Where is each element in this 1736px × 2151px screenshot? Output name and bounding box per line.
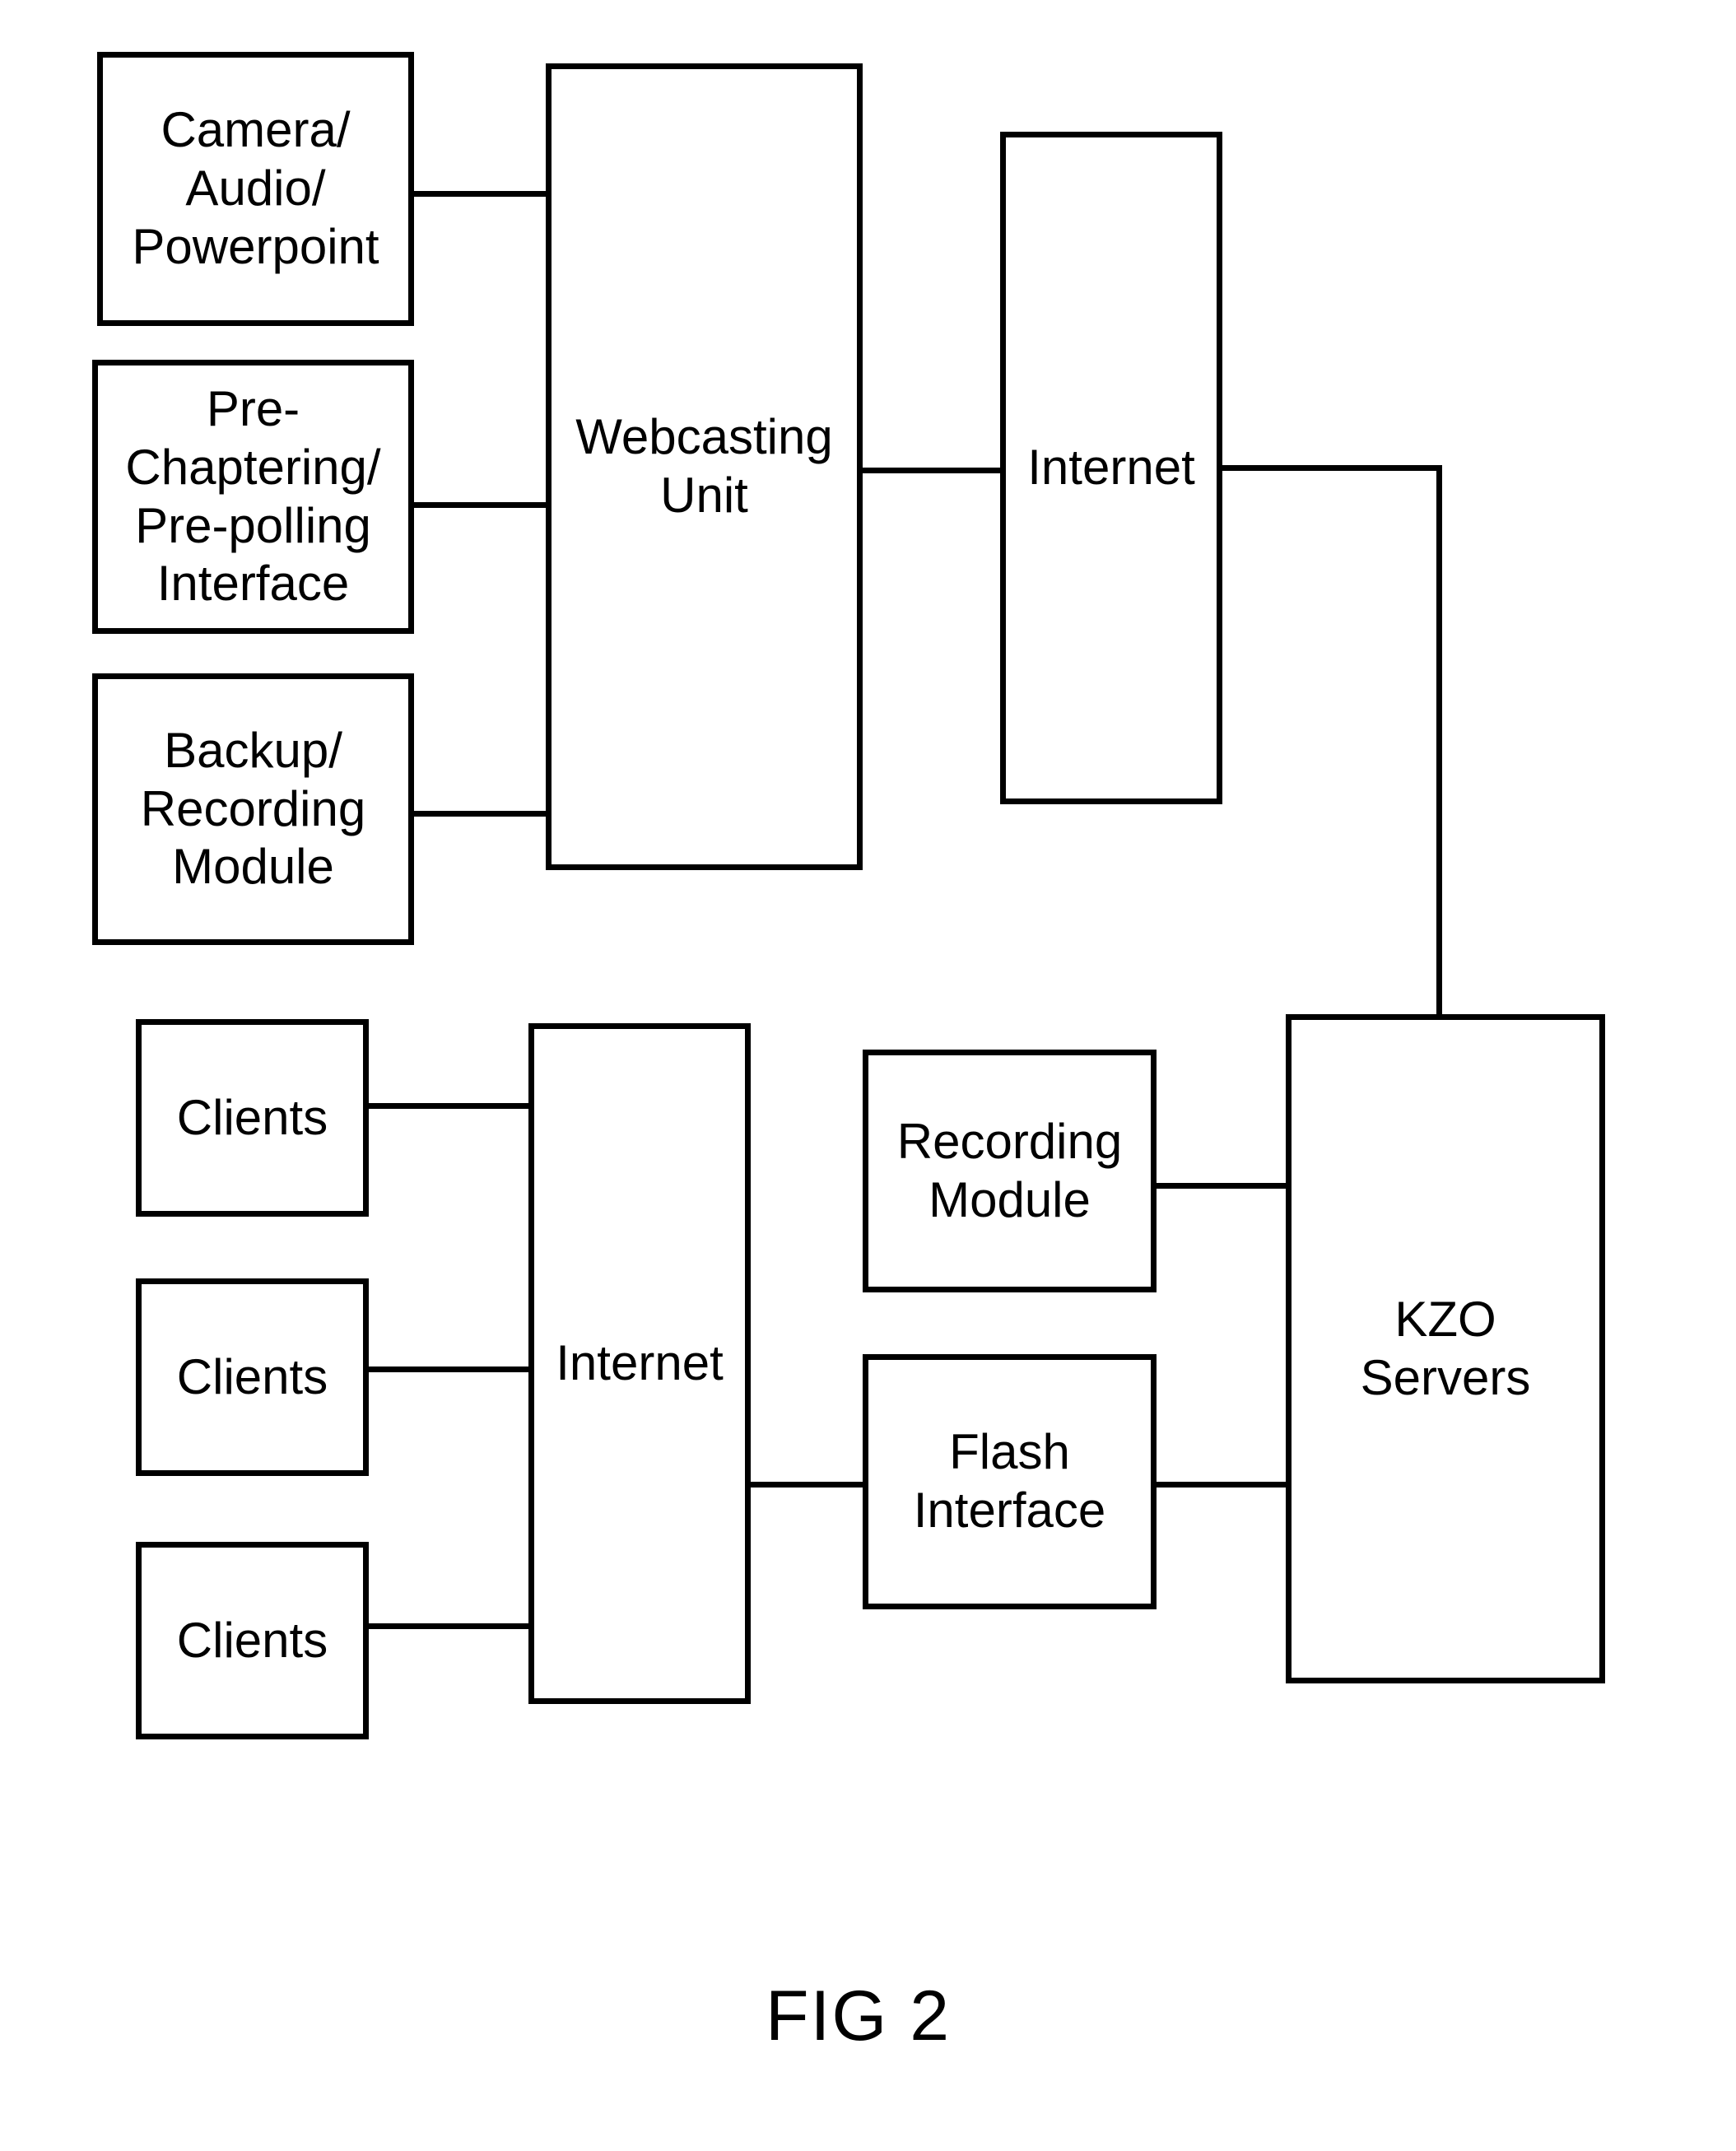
connector-backup-to-webcasting bbox=[414, 811, 546, 817]
block-label-webcasting-unit: Webcasting Unit bbox=[575, 409, 833, 523]
connector-clients2-to-internet-lower bbox=[369, 1366, 532, 1372]
block-label-backup-recording-module: Backup/ Recording Module bbox=[140, 722, 366, 895]
block-clients-1: Clients bbox=[136, 1019, 369, 1217]
block-webcasting-unit: Webcasting Unit bbox=[546, 63, 863, 870]
block-label-flash-interface: Flash Interface bbox=[913, 1424, 1106, 1538]
block-internet-lower: Internet bbox=[528, 1023, 751, 1704]
block-camera-audio-powerpoint: Camera/ Audio/ Powerpoint bbox=[97, 52, 414, 326]
patent-figure-2: Camera/ Audio/ Powerpoint Pre- Chaptering… bbox=[0, 0, 1736, 2151]
figure-caption: FIG 2 bbox=[766, 1976, 952, 2056]
block-flash-interface: Flash Interface bbox=[863, 1354, 1157, 1609]
block-kzo-servers: KZO Servers bbox=[1286, 1014, 1605, 1683]
block-label-recording-module: Recording Module bbox=[896, 1113, 1123, 1227]
connector-internet-upper-to-kzo-seg2 bbox=[1436, 465, 1442, 1017]
connector-webcasting-to-internet-upper bbox=[863, 468, 1000, 473]
block-label-pre-chaptering-pre-polling-interface: Pre- Chaptering/ Pre-polling Interface bbox=[125, 380, 381, 612]
block-clients-2: Clients bbox=[136, 1278, 369, 1476]
block-label-clients-3: Clients bbox=[176, 1612, 328, 1668]
block-clients-3: Clients bbox=[136, 1542, 369, 1739]
block-label-internet-lower: Internet bbox=[556, 1335, 724, 1391]
block-label-camera-audio-powerpoint: Camera/ Audio/ Powerpoint bbox=[132, 102, 379, 274]
block-pre-chaptering-pre-polling-interface: Pre- Chaptering/ Pre-polling Interface bbox=[92, 360, 414, 634]
block-recording-module: Recording Module bbox=[863, 1050, 1157, 1292]
connector-internet-upper-to-kzo-seg1 bbox=[1222, 465, 1442, 471]
block-internet-upper: Internet bbox=[1000, 132, 1222, 804]
connector-camera-to-webcasting bbox=[414, 191, 546, 197]
block-label-kzo-servers: KZO Servers bbox=[1360, 1291, 1531, 1405]
connector-clients3-to-internet-lower bbox=[369, 1623, 532, 1629]
connector-recording-to-kzo bbox=[1157, 1183, 1288, 1189]
connector-clients1-to-internet-lower bbox=[369, 1103, 532, 1109]
block-label-clients-1: Clients bbox=[176, 1089, 328, 1145]
block-backup-recording-module: Backup/ Recording Module bbox=[92, 673, 414, 945]
block-label-internet-upper: Internet bbox=[1027, 440, 1195, 496]
connector-prechaptering-to-webcasting bbox=[414, 502, 546, 508]
block-label-clients-2: Clients bbox=[176, 1348, 328, 1404]
connector-flash-to-kzo bbox=[1157, 1482, 1288, 1488]
connector-internet-lower-to-flash bbox=[751, 1482, 866, 1488]
